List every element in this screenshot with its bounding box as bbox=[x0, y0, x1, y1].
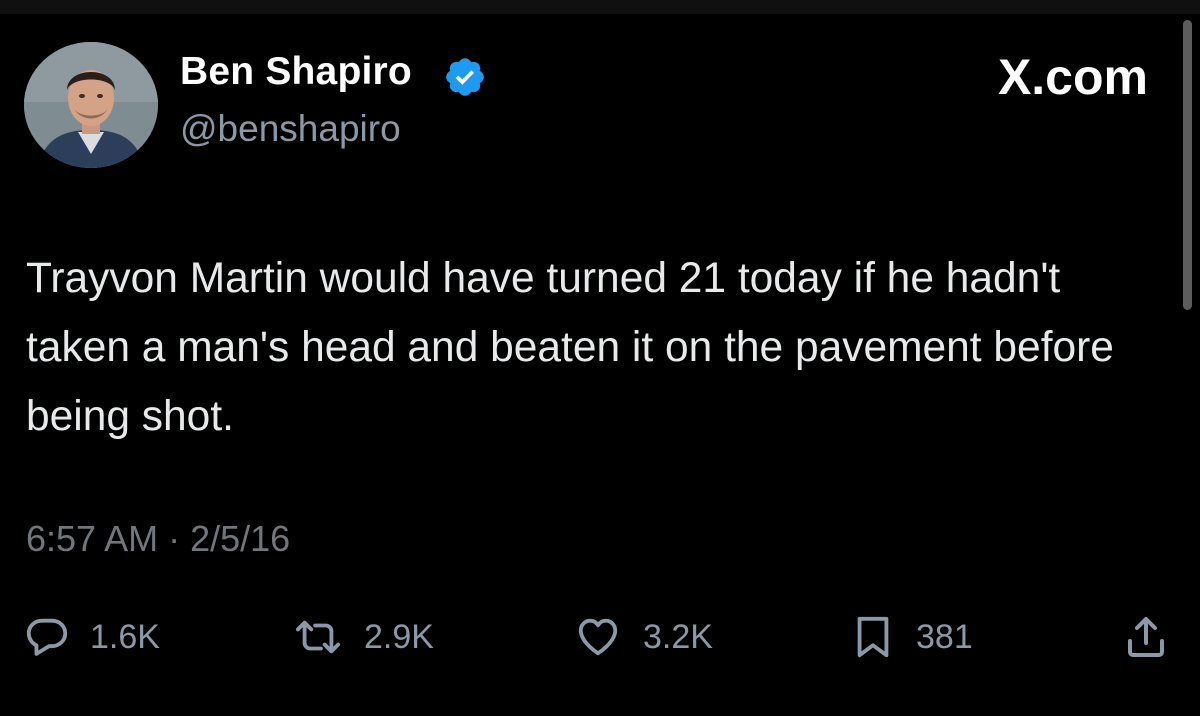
tweet-text: Trayvon Martin would have turned 21 toda… bbox=[26, 255, 1114, 440]
tweet-timestamp[interactable]: 6:57 AM · 2/5/16 bbox=[26, 518, 290, 560]
like-count: 3.2K bbox=[643, 617, 713, 656]
verified-badge-icon bbox=[446, 58, 484, 96]
repost-button[interactable]: 2.9K bbox=[292, 612, 434, 662]
heart-icon bbox=[578, 618, 618, 656]
display-name[interactable]: Ben Shapiro bbox=[180, 50, 412, 94]
share-button[interactable] bbox=[1122, 612, 1170, 662]
repost-icon bbox=[295, 620, 341, 654]
like-button[interactable]: 3.2K bbox=[573, 612, 713, 662]
share-icon bbox=[1128, 617, 1164, 657]
reply-count: 1.6K bbox=[90, 617, 160, 656]
brand-label: X.com bbox=[997, 49, 1148, 105]
reply-icon bbox=[26, 618, 68, 656]
scrollbar[interactable] bbox=[1183, 20, 1192, 310]
user-handle[interactable]: @benshapiro bbox=[180, 108, 401, 150]
avatar[interactable] bbox=[24, 42, 158, 168]
repost-count: 2.9K bbox=[364, 617, 434, 656]
bookmark-button[interactable]: 381 bbox=[850, 612, 973, 662]
reply-button[interactable]: 1.6K bbox=[24, 612, 160, 662]
window-top-strip bbox=[0, 0, 1200, 14]
bookmark-icon bbox=[857, 616, 889, 658]
bookmark-count: 381 bbox=[916, 617, 973, 656]
